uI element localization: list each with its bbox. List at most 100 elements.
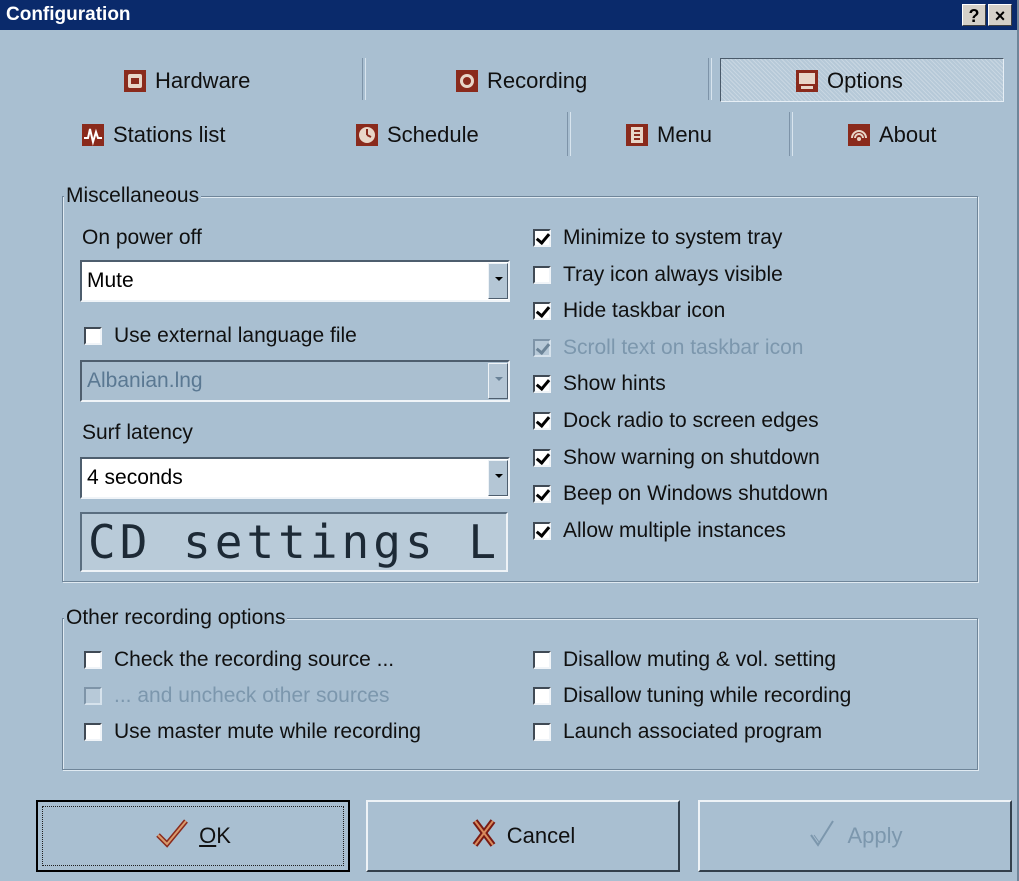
apply-label: Apply <box>847 823 903 848</box>
configuration-dialog: Configuration ? × Hardware Recording Opt… <box>0 0 1019 881</box>
cancel-button[interactable]: Cancel <box>366 800 680 872</box>
option-checkbox[interactable]: Disallow tuning while recording <box>533 682 851 710</box>
checkbox-box[interactable] <box>533 521 551 540</box>
checkbox-box[interactable] <box>533 265 551 284</box>
language-select[interactable]: Albanian.lng <box>80 360 510 402</box>
checkbox-label: Disallow muting & vol. setting <box>563 648 837 671</box>
option-checkbox[interactable]: Show hints <box>533 370 666 398</box>
checkbox-label: Use master mute while recording <box>114 720 421 743</box>
checkbox-box[interactable] <box>84 651 102 669</box>
option-checkbox[interactable]: Hide taskbar icon <box>533 297 725 325</box>
window-title: Configuration <box>6 4 131 25</box>
option-checkbox[interactable]: Show warning on shutdown <box>533 444 820 472</box>
menu-icon <box>626 124 648 146</box>
use-language-label: Use external language file <box>114 324 357 347</box>
checkbox-box[interactable] <box>533 448 551 467</box>
tab-divider <box>362 58 366 100</box>
apply-button[interactable]: Apply <box>698 800 1012 872</box>
checkbox-label: Launch associated program <box>563 720 823 743</box>
checkbox-label: Scroll text on taskbar icon <box>563 335 804 359</box>
surf-latency-select[interactable]: 4 seconds <box>80 457 510 499</box>
checkbox-label: Minimize to system tray <box>563 226 783 249</box>
tab-label: Menu <box>657 122 713 147</box>
clock-icon <box>356 124 378 146</box>
ok-button[interactable]: OK <box>36 800 350 872</box>
apply-icon <box>807 817 837 855</box>
recording-icon <box>456 70 478 92</box>
use-language-checkbox[interactable]: Use external language file <box>84 322 357 350</box>
power-off-label: On power off <box>82 226 202 249</box>
option-checkbox[interactable]: Minimize to system tray <box>533 224 782 252</box>
checkbox-label: Show warning on shutdown <box>563 445 820 469</box>
chevron-down-icon[interactable] <box>488 460 508 496</box>
hardware-icon <box>124 70 146 92</box>
tab-label: Schedule <box>387 122 479 147</box>
option-checkbox[interactable]: Check the recording source ... <box>84 646 394 674</box>
tab-stations-list[interactable]: Stations list <box>82 122 226 148</box>
lcd-settings-display[interactable]: CD settings L <box>80 512 508 572</box>
option-checkbox[interactable]: Launch associated program <box>533 718 822 746</box>
checkbox-box[interactable] <box>84 327 102 345</box>
checkbox-box[interactable] <box>84 687 102 705</box>
tab-label: Options <box>827 68 903 93</box>
checkbox-box[interactable] <box>84 723 102 741</box>
surf-latency-label: Surf latency <box>82 421 193 444</box>
help-button[interactable]: ? <box>962 4 986 26</box>
chevron-down-icon[interactable] <box>488 363 508 399</box>
tab-hardware[interactable]: Hardware <box>124 68 250 94</box>
power-off-select[interactable]: Mute <box>80 260 510 302</box>
tab-menu[interactable]: Menu <box>626 122 712 148</box>
option-checkbox[interactable]: ... and uncheck other sources <box>84 682 390 710</box>
close-button[interactable]: × <box>988 4 1012 26</box>
checkbox-box[interactable] <box>533 687 551 705</box>
checkbox-box[interactable] <box>533 375 551 394</box>
checkbox-box[interactable] <box>533 229 551 247</box>
checkbox-label: Allow multiple instances <box>563 518 786 542</box>
stations-list-icon <box>82 124 104 146</box>
cancel-label: Cancel <box>506 823 576 848</box>
tab-options[interactable]: Options <box>796 68 903 94</box>
checkbox-box[interactable] <box>533 723 551 741</box>
option-checkbox[interactable]: Beep on Windows shutdown <box>533 480 828 508</box>
checkbox-label: Tray icon always visible <box>563 262 783 286</box>
tab-divider <box>789 112 793 156</box>
about-icon <box>848 124 870 146</box>
focus-rect <box>42 806 344 866</box>
checkbox-box[interactable] <box>533 412 551 430</box>
tab-recording[interactable]: Recording <box>456 68 587 94</box>
checkbox-label: Hide taskbar icon <box>563 299 726 323</box>
recording-options-group-label: Other recording options <box>64 606 288 630</box>
tab-about[interactable]: About <box>848 122 937 148</box>
checkbox-label: Dock radio to screen edges <box>563 409 819 432</box>
checkbox-label: Show hints <box>563 372 666 396</box>
option-checkbox[interactable]: Scroll text on taskbar icon <box>533 334 803 362</box>
title-bar: Configuration ? × <box>0 0 1017 30</box>
tab-schedule[interactable]: Schedule <box>356 122 479 148</box>
option-checkbox[interactable]: Dock radio to screen edges <box>533 407 819 435</box>
option-checkbox[interactable]: Disallow muting & vol. setting <box>533 646 836 674</box>
tab-label: Stations list <box>113 122 226 147</box>
checkbox-box[interactable] <box>533 485 551 504</box>
tab-divider <box>567 112 571 156</box>
checkbox-label: ... and uncheck other sources <box>114 684 390 707</box>
checkbox-box[interactable] <box>533 651 551 669</box>
miscellaneous-group-label: Miscellaneous <box>64 184 202 208</box>
language-value: Albanian.lng <box>87 369 203 392</box>
checkbox-box[interactable] <box>533 302 551 321</box>
surf-latency-value: 4 seconds <box>87 466 183 489</box>
option-checkbox[interactable]: Allow multiple instances <box>533 517 786 545</box>
options-icon <box>796 70 818 92</box>
option-checkbox[interactable]: Use master mute while recording <box>84 718 421 746</box>
option-checkbox[interactable]: Tray icon always visible <box>533 261 783 289</box>
checkbox-label: Beep on Windows shutdown <box>563 482 828 506</box>
tab-divider <box>708 58 712 100</box>
checkbox-box[interactable] <box>533 338 551 357</box>
tab-label: About <box>879 122 937 147</box>
tab-label: Hardware <box>155 68 251 93</box>
chevron-down-icon[interactable] <box>488 263 508 299</box>
power-off-value: Mute <box>87 269 134 292</box>
cancel-icon <box>471 817 497 855</box>
tab-label: Recording <box>487 68 588 93</box>
checkbox-label: Check the recording source ... <box>114 648 395 671</box>
checkbox-label: Disallow tuning while recording <box>563 684 852 707</box>
